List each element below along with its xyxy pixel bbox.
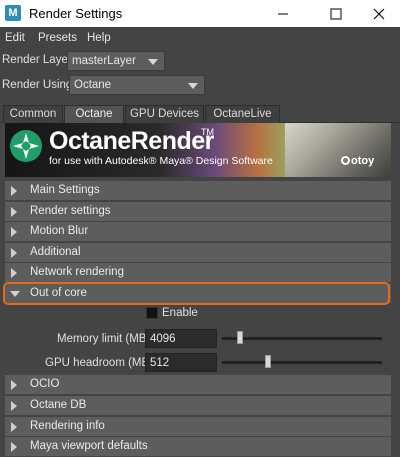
section-title: Maya viewport defaults bbox=[30, 440, 148, 452]
chevron-down-icon bbox=[188, 83, 198, 89]
minimize-icon bbox=[278, 13, 288, 15]
expand-arrow-icon bbox=[11, 227, 17, 237]
section-rendering-info[interactable]: Rendering info bbox=[5, 417, 391, 436]
section-motion-blur[interactable]: Motion Blur bbox=[5, 222, 391, 241]
tab-octanelive[interactable]: OctaneLive bbox=[205, 105, 280, 123]
expand-arrow-icon bbox=[11, 442, 17, 452]
close-button[interactable] bbox=[356, 0, 400, 27]
section-render-settings[interactable]: Render settings bbox=[5, 202, 391, 221]
expand-arrow-icon bbox=[11, 422, 17, 432]
section-maya-viewport-defaults[interactable]: Maya viewport defaults bbox=[5, 437, 391, 456]
render-using-value: Octane bbox=[74, 79, 112, 91]
window-title: Render Settings bbox=[29, 6, 123, 21]
octane-banner: OctaneRender TM for use with Autodesk® M… bbox=[5, 123, 391, 177]
gpu-headroom-label: GPU headroom (MB) bbox=[45, 357, 154, 369]
section-title: Motion Blur bbox=[30, 225, 89, 237]
brand-subtitle: for use with Autodesk® Maya® Design Soft… bbox=[49, 155, 273, 167]
chevron-down-icon bbox=[148, 59, 158, 65]
expand-arrow-icon bbox=[11, 186, 17, 196]
render-layer-label: Render Layer bbox=[2, 54, 72, 66]
section-title: Octane DB bbox=[30, 399, 87, 411]
maya-app-icon: M bbox=[5, 5, 21, 21]
menu-help[interactable]: Help bbox=[87, 32, 111, 44]
render-layer-value: masterLayer bbox=[72, 55, 136, 67]
expand-arrow-icon bbox=[11, 268, 17, 278]
section-title: Network rendering bbox=[30, 266, 124, 278]
section-title: OCIO bbox=[30, 378, 60, 390]
maximize-button[interactable] bbox=[313, 0, 359, 27]
otoy-logo-icon bbox=[341, 156, 350, 165]
section-octane-db[interactable]: Octane DB bbox=[5, 396, 391, 415]
enable-checkbox[interactable] bbox=[146, 307, 158, 319]
tab-common[interactable]: Common bbox=[3, 105, 63, 123]
gpu-headroom-slider-track[interactable] bbox=[222, 361, 382, 364]
otoy-logo-text: otoy bbox=[351, 155, 375, 167]
gpu-headroom-value: 512 bbox=[150, 357, 170, 369]
expand-arrow-icon bbox=[11, 248, 17, 258]
memory-limit-input[interactable]: 4096 bbox=[145, 329, 217, 348]
section-title: Additional bbox=[30, 246, 81, 258]
title-bar: M Render Settings bbox=[0, 0, 400, 27]
gpu-headroom-input[interactable]: 512 bbox=[145, 353, 217, 372]
section-ocio[interactable]: OCIO bbox=[5, 375, 391, 394]
section-additional[interactable]: Additional bbox=[5, 243, 391, 262]
menu-edit[interactable]: Edit bbox=[5, 32, 25, 44]
close-icon bbox=[373, 8, 385, 20]
brand-trademark: TM bbox=[201, 127, 214, 137]
expand-arrow-icon bbox=[11, 401, 17, 411]
minimize-button[interactable] bbox=[260, 0, 306, 27]
brand-name: OctaneRender bbox=[49, 127, 214, 155]
tab-bar: Common Octane GPU Devices OctaneLive bbox=[0, 104, 400, 123]
enable-label: Enable bbox=[162, 307, 198, 319]
render-using-dropdown[interactable]: Octane bbox=[69, 75, 205, 95]
memory-limit-slider-handle[interactable] bbox=[236, 331, 243, 344]
memory-limit-slider-track[interactable] bbox=[222, 337, 382, 340]
menu-bar: Edit Presets Help bbox=[0, 28, 400, 48]
tab-gpu-devices[interactable]: GPU Devices bbox=[125, 105, 204, 123]
gpu-headroom-slider-handle[interactable] bbox=[265, 355, 272, 368]
menu-presets[interactable]: Presets bbox=[38, 32, 77, 44]
expand-arrow-icon bbox=[11, 207, 17, 217]
banner-scene-image bbox=[285, 123, 391, 177]
tab-octane[interactable]: Octane bbox=[64, 105, 124, 123]
section-title: Rendering info bbox=[30, 420, 105, 432]
render-using-label: Render Using bbox=[2, 79, 73, 91]
section-title: Main Settings bbox=[30, 184, 100, 196]
highlight-outline bbox=[3, 282, 390, 305]
expand-arrow-icon bbox=[11, 380, 17, 390]
section-title: Render settings bbox=[30, 205, 111, 217]
render-layer-dropdown[interactable]: masterLayer bbox=[67, 51, 165, 71]
memory-limit-label: Memory limit (MB) bbox=[57, 333, 151, 345]
section-main-settings[interactable]: Main Settings bbox=[5, 181, 391, 200]
section-network-rendering[interactable]: Network rendering bbox=[5, 263, 391, 282]
maximize-icon bbox=[330, 8, 342, 20]
memory-limit-value: 4096 bbox=[150, 333, 176, 345]
octane-logo-icon bbox=[10, 130, 42, 162]
